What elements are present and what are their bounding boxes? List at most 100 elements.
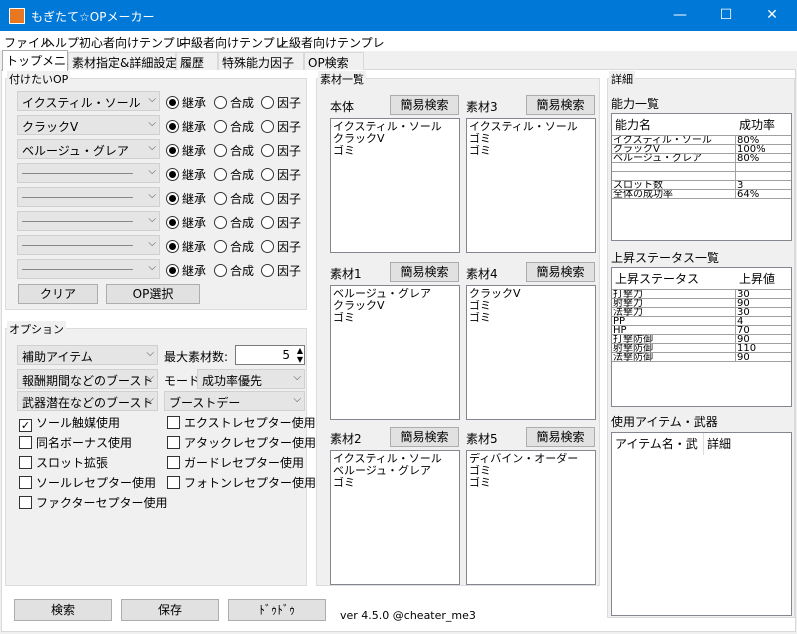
op-radio-4-2[interactable]: 合成: [214, 166, 254, 183]
op-radio-8-1[interactable]: 継承: [166, 262, 206, 279]
op-radio-7-2[interactable]: 合成: [214, 238, 254, 255]
material-list-item[interactable]: クラックV: [333, 300, 457, 312]
tab-top-menu[interactable]: トップメニュー: [2, 50, 90, 71]
op-radio-4-3[interactable]: 因子: [261, 166, 301, 183]
op-radio-2-3[interactable]: 因子: [261, 118, 301, 135]
material-search-button-4[interactable]: 簡易検索: [526, 262, 595, 282]
op-select-6[interactable]: ⌵: [17, 211, 160, 231]
op-select-5[interactable]: ⌵: [17, 187, 160, 207]
op-select-2[interactable]: クラックV ⌵: [17, 115, 160, 135]
op-radio-6-2[interactable]: 合成: [214, 214, 254, 231]
close-button[interactable]: ✕: [749, 0, 795, 31]
left-check-4[interactable]: ソールレセプター使用: [19, 474, 156, 491]
op-radio-1-3[interactable]: 因子: [261, 94, 301, 111]
material-list-item[interactable]: ゴミ: [469, 145, 593, 157]
material-list-item[interactable]: ディバイン・オーダー: [469, 453, 593, 465]
status-grid[interactable]: 上昇ステータス 上昇値 打撃力 30 射撃力 90 法撃力 30 PP 4 HP 70 打撃防御 90 射…: [611, 267, 792, 407]
op-radio-7-1[interactable]: 継承: [166, 238, 206, 255]
material-list-item[interactable]: ゴミ: [333, 312, 457, 324]
tab-special-factor[interactable]: 特殊能力因子: [218, 52, 304, 70]
op-select-7[interactable]: ⌵: [17, 235, 160, 255]
material-list-4[interactable]: クラックV ゴミ ゴミ: [466, 285, 596, 420]
op-radio-6-1[interactable]: 継承: [166, 214, 206, 231]
menu-help[interactable]: ヘルプ: [43, 34, 79, 51]
op-radio-1-2[interactable]: 合成: [214, 94, 254, 111]
boost-day-select[interactable]: ブーストデー ⌵: [164, 391, 305, 411]
checkbox-icon: [19, 456, 32, 469]
material-list-item[interactable]: ゴミ: [469, 133, 593, 145]
material-search-button-3[interactable]: 簡易検索: [390, 262, 459, 282]
material-list-2[interactable]: イクスティル・ソール ゴミ ゴミ: [466, 118, 596, 253]
search-button[interactable]: 検索: [14, 599, 112, 621]
right-check-2[interactable]: アタックレセプター使用: [167, 434, 316, 451]
material-list-item[interactable]: ゴミ: [469, 312, 593, 324]
material-list-3[interactable]: ベルージュ・グレア クラックV ゴミ: [330, 285, 460, 420]
op-radio-5-2[interactable]: 合成: [214, 190, 254, 207]
material-list-item[interactable]: クラックV: [469, 288, 593, 300]
menu-advanced-template[interactable]: 上級者向けテンプレ: [277, 34, 385, 51]
left-check-3[interactable]: スロット拡張: [19, 454, 108, 471]
op-radio-8-3[interactable]: 因子: [261, 262, 301, 279]
op-select-button[interactable]: OP選択: [106, 284, 200, 304]
material-list-item[interactable]: クラックV: [333, 133, 457, 145]
op-radio-8-2[interactable]: 合成: [214, 262, 254, 279]
op-radio-2-2[interactable]: 合成: [214, 118, 254, 135]
material-list-item[interactable]: ゴミ: [469, 465, 593, 477]
right-check-1[interactable]: エクストレセプター使用: [167, 414, 316, 431]
op-radio-3-1[interactable]: 継承: [166, 142, 206, 159]
save-button[interactable]: 保存: [121, 599, 219, 621]
left-check-2[interactable]: 同名ボーナス使用: [19, 434, 132, 451]
clear-button[interactable]: クリア: [18, 284, 98, 304]
op-radio-1-1[interactable]: 継承: [166, 94, 206, 111]
items-grid[interactable]: アイテム名・武器...詳細: [611, 432, 792, 616]
left-check-1[interactable]: ✓ ソール触媒使用: [19, 414, 120, 432]
op-radio-3-2[interactable]: 合成: [214, 142, 254, 159]
material-list-item[interactable]: ゴミ: [469, 300, 593, 312]
material-search-button-6[interactable]: 簡易検索: [526, 427, 595, 447]
op-radio-3-3[interactable]: 因子: [261, 142, 301, 159]
material-list-item[interactable]: イクスティル・ソール: [469, 121, 593, 133]
material-search-button-1[interactable]: 簡易検索: [390, 95, 459, 115]
material-search-button-2[interactable]: 簡易検索: [526, 95, 595, 115]
material-list-item[interactable]: ゴミ: [333, 145, 457, 157]
material-list-item[interactable]: ベルージュ・グレア: [333, 465, 457, 477]
op-radio-7-3[interactable]: 因子: [261, 238, 301, 255]
op-radio-6-3[interactable]: 因子: [261, 214, 301, 231]
material-list-6[interactable]: ディバイン・オーダー ゴミ ゴミ: [466, 450, 596, 585]
maximize-button[interactable]: ☐: [703, 0, 749, 31]
right-check-3[interactable]: ガードレセプター使用: [167, 454, 304, 471]
max-material-stepper[interactable]: 5 ▲ ▼: [235, 345, 305, 365]
ability-grid[interactable]: 能力名 成功率 イクスティル・ソール 80% クラックV 100% ベルージュ・グレア 80…: [611, 113, 792, 241]
spin-arrows-icon[interactable]: ▲ ▼: [297, 346, 303, 364]
material-list-item[interactable]: イクスティル・ソール: [333, 121, 457, 133]
menu-beginner-template[interactable]: 初心者向けテンプレ: [79, 34, 187, 51]
material-list-5[interactable]: イクスティル・ソール ベルージュ・グレア ゴミ: [330, 450, 460, 585]
tab-op-search[interactable]: OP検索: [304, 52, 364, 70]
material-list-item[interactable]: ゴミ: [333, 477, 457, 489]
op-select-3[interactable]: ベルージュ・グレア ⌵: [17, 139, 160, 159]
material-list-1[interactable]: イクスティル・ソール クラックV ゴミ: [330, 118, 460, 253]
boost-weapon-select[interactable]: 武器潜在などのブースト ⌵: [17, 391, 158, 411]
left-check-5[interactable]: ファクターセプター使用: [19, 494, 168, 511]
menu-intermediate-template[interactable]: 中級者向けテンプレ: [179, 34, 287, 51]
dodo-button[interactable]: ﾄﾞｩﾄﾞｩ: [228, 599, 326, 621]
boost-period-select[interactable]: 報酬期間などのブースト ⌵: [17, 369, 158, 389]
mode-select[interactable]: 成功率優先 ⌵: [197, 369, 305, 389]
aux-item-select[interactable]: 補助アイテム ⌵: [17, 345, 158, 365]
tab-material-settings[interactable]: 素材指定&詳細設定: [68, 52, 177, 70]
op-radio-5-3[interactable]: 因子: [261, 190, 301, 207]
chevron-down-icon: ⌵: [148, 214, 156, 225]
material-search-button-5[interactable]: 簡易検索: [390, 427, 459, 447]
op-select-1[interactable]: イクスティル・ソール ⌵: [17, 91, 160, 111]
op-radio-2-1[interactable]: 継承: [166, 118, 206, 135]
op-radio-5-1[interactable]: 継承: [166, 190, 206, 207]
material-list-item[interactable]: イクスティル・ソール: [333, 453, 457, 465]
op-select-8[interactable]: ⌵: [17, 259, 160, 279]
tab-history[interactable]: 履歴: [176, 52, 218, 70]
right-check-4[interactable]: フォトンレセプター使用: [167, 474, 316, 491]
op-select-4[interactable]: ⌵: [17, 163, 160, 183]
material-list-item[interactable]: ベルージュ・グレア: [333, 288, 457, 300]
material-list-item[interactable]: ゴミ: [469, 477, 593, 489]
minimize-button[interactable]: —: [657, 0, 703, 31]
op-radio-4-1[interactable]: 継承: [166, 166, 206, 183]
